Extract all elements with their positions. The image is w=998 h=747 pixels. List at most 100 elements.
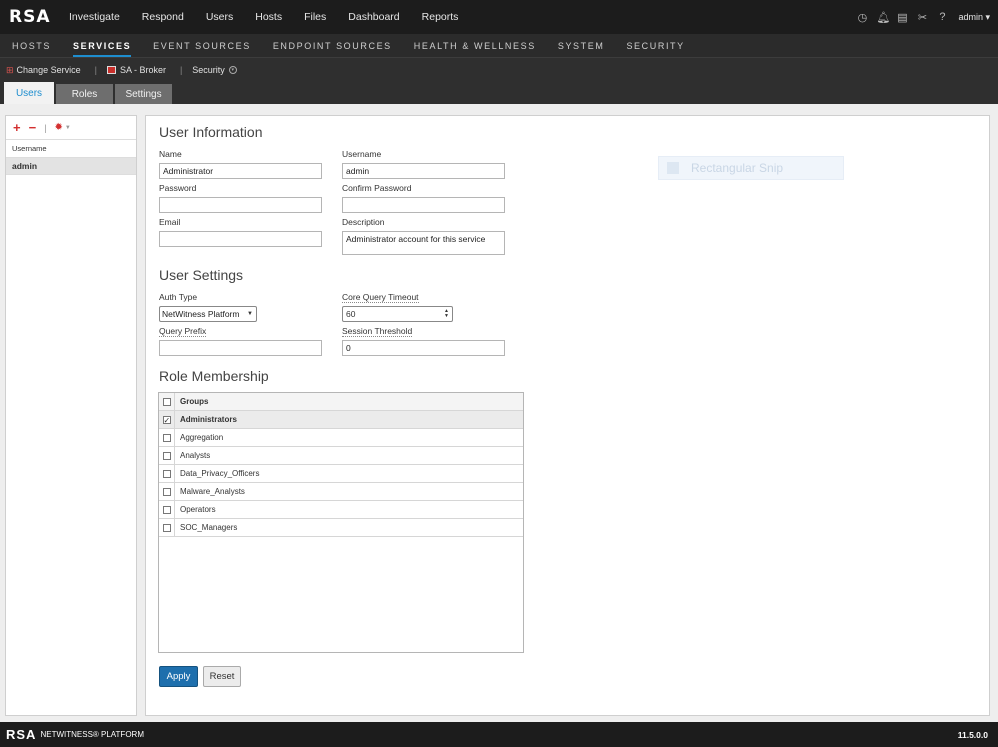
nav-hosts[interactable]: Hosts (255, 11, 282, 23)
auth-type-select[interactable]: NetWitness Platform ▼ (159, 306, 257, 322)
version-label: 11.5.0.0 (957, 729, 988, 740)
role-membership-table: Groups ✓ Administrators Aggregation Anal… (158, 392, 524, 653)
user-menu[interactable]: admin ▾ (958, 12, 990, 23)
user-list-toolbar: + − | ✹ ▼ (6, 116, 136, 140)
chevron-down-icon: ▼ (247, 311, 253, 317)
group-name: Administrators (180, 415, 237, 424)
checkbox-cell: ✓ (159, 410, 175, 429)
service-name[interactable]: SA - Broker (106, 65, 166, 75)
select-all-checkbox[interactable] (162, 397, 171, 406)
auth-type-label: Auth Type (159, 292, 198, 302)
nav-reports[interactable]: Reports (422, 11, 459, 23)
footer-product-name: NETWITNESS® PLATFORM (40, 730, 144, 739)
query-prefix-label: Query Prefix (159, 326, 207, 337)
table-row[interactable]: Aggregation (159, 428, 523, 447)
confirm-password-label: Confirm Password (342, 183, 412, 193)
checkbox-cell (159, 446, 175, 465)
admin-tab-endpoint-sources[interactable]: ENDPOINT SOURCES (273, 41, 392, 57)
table-row[interactable]: SOC_Managers (159, 518, 523, 537)
user-settings-heading: User Settings (159, 267, 244, 283)
snip-overlay: Rectangular Snip (658, 156, 844, 180)
nav-respond[interactable]: Respond (142, 11, 184, 23)
checkbox-cell (159, 428, 175, 447)
change-service-button[interactable]: ⊞ Change Service (6, 65, 81, 76)
group-checkbox[interactable] (162, 469, 171, 478)
group-checkbox[interactable] (162, 433, 171, 442)
admin-tab-security[interactable]: SECURITY (626, 41, 684, 57)
footer: RSA NETWITNESS® PLATFORM 11.5.0.0 (0, 722, 998, 747)
checkbox-cell (159, 464, 175, 483)
header-checkbox-cell (159, 392, 175, 411)
rsa-logo[interactable]: RSA (9, 7, 61, 27)
password-field[interactable] (159, 197, 322, 213)
query-prefix-field[interactable] (159, 340, 322, 356)
session-threshold-field[interactable]: 0 (342, 340, 505, 356)
admin-tab-services[interactable]: SERVICES (73, 41, 132, 57)
admin-tab-health-wellness[interactable]: HEALTH & WELLNESS (414, 41, 536, 57)
nav-investigate[interactable]: Investigate (69, 11, 120, 23)
groups-column-header: Groups (180, 397, 209, 406)
username-field[interactable]: admin (342, 163, 505, 179)
chevron-down-icon[interactable]: ▼ (65, 125, 71, 131)
tab-roles[interactable]: Roles (56, 84, 113, 104)
username-column-header[interactable]: Username (6, 140, 136, 158)
group-checkbox[interactable] (162, 523, 171, 532)
role-membership-heading: Role Membership (159, 368, 269, 384)
nav-dashboard[interactable]: Dashboard (348, 11, 399, 23)
description-field[interactable]: Administrator account for this service (342, 231, 505, 255)
change-service-label: Change Service (16, 65, 81, 75)
description-label: Description (342, 217, 385, 227)
group-checkbox[interactable] (162, 505, 171, 514)
table-row[interactable]: Operators (159, 500, 523, 519)
name-field[interactable]: Administrator (159, 163, 322, 179)
apply-button[interactable]: Apply (159, 666, 198, 687)
confirm-password-field[interactable] (342, 197, 505, 213)
user-information-heading: User Information (159, 124, 263, 140)
checkbox-cell (159, 500, 175, 519)
add-user-icon[interactable]: + (13, 120, 21, 135)
reset-button[interactable]: Reset (203, 666, 241, 687)
admin-tab-event-sources[interactable]: EVENT SOURCES (153, 41, 251, 57)
gear-icon[interactable]: ✹ (55, 122, 63, 133)
table-row[interactable]: ✓ Administrators (159, 410, 523, 429)
toolbar-divider: | (44, 122, 47, 133)
email-label: Email (159, 217, 181, 227)
news-icon[interactable]: ▤ (896, 11, 908, 24)
group-checkbox[interactable]: ✓ (162, 415, 171, 424)
group-name: SOC_Managers (180, 523, 238, 532)
email-field[interactable] (159, 231, 322, 247)
checkbox-cell (159, 518, 175, 537)
group-name: Malware_Analysts (180, 487, 245, 496)
session-threshold-label: Session Threshold (342, 326, 413, 337)
tab-users[interactable]: Users (4, 82, 54, 104)
service-breadcrumb: ⊞ Change Service | SA - Broker | Securit… (0, 58, 998, 82)
stepper-arrows-icon[interactable]: ▲ ▼ (444, 309, 449, 319)
username-label: Username (342, 149, 382, 159)
user-row-admin[interactable]: admin (6, 158, 136, 175)
bell-icon[interactable]: 🔔︎ (876, 11, 890, 24)
tools-icon[interactable]: ✂ (916, 11, 928, 24)
top-icons: ◷ 🔔︎ ▤ ✂ ? admin ▾ (848, 0, 990, 34)
admin-tab-system[interactable]: SYSTEM (558, 41, 605, 57)
nav-files[interactable]: Files (304, 11, 326, 23)
section-label: Security (192, 65, 225, 75)
core-query-timeout-value: 60 (346, 309, 356, 319)
security-tabs: Users Roles Settings (0, 82, 998, 104)
breadcrumb-separator: | (94, 65, 97, 75)
table-row[interactable]: Analysts (159, 446, 523, 465)
table-row[interactable]: Malware_Analysts (159, 482, 523, 501)
main-nav: Investigate Respond Users Hosts Files Da… (69, 11, 480, 23)
remove-user-icon[interactable]: − (29, 120, 37, 135)
nav-users[interactable]: Users (206, 11, 233, 23)
table-row[interactable]: Data_Privacy_Officers (159, 464, 523, 483)
group-checkbox[interactable] (162, 487, 171, 496)
tab-settings[interactable]: Settings (115, 84, 172, 104)
admin-tab-hosts[interactable]: HOSTS (12, 41, 51, 57)
help-icon[interactable]: ? (936, 11, 948, 23)
timer-icon[interactable]: ◷ (856, 11, 868, 24)
broker-icon (106, 66, 116, 74)
snip-icon (667, 162, 679, 174)
core-query-timeout-stepper[interactable]: 60 ▲ ▼ (342, 306, 453, 322)
group-checkbox[interactable] (162, 451, 171, 460)
section-dropdown[interactable]: Security ▾ (192, 65, 237, 75)
